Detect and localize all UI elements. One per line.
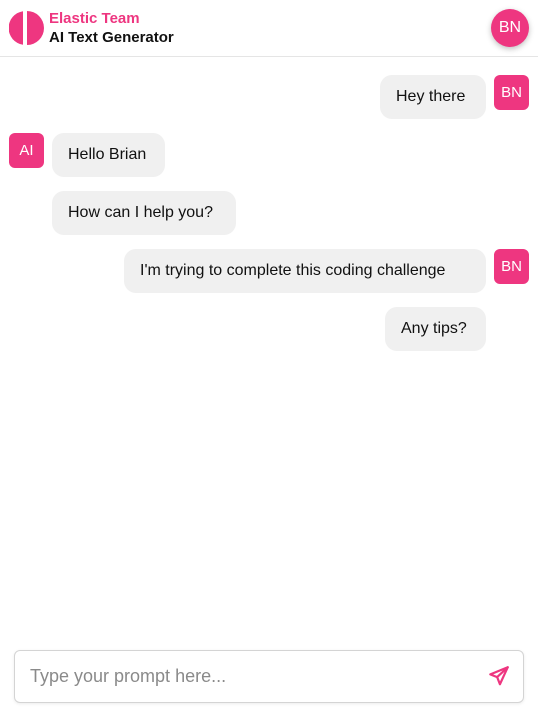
paper-plane-send-icon [489, 666, 509, 686]
ai-avatar: AI [9, 133, 44, 168]
user-avatar: BN [494, 75, 529, 110]
prompt-composer [14, 650, 524, 703]
user-message-bubble: Hey there [380, 75, 486, 119]
chat-app: Elastic Team AI Text Generator BN Hey th… [0, 0, 538, 717]
app-title: AI Text Generator [49, 29, 174, 46]
user-avatar: BN [494, 249, 529, 284]
team-name: Elastic Team [49, 10, 140, 27]
ai-message-bubble: How can I help you? [52, 191, 236, 235]
send-button[interactable] [486, 663, 512, 689]
user-message-bubble: Any tips? [385, 307, 486, 351]
half-circle-logo-icon [9, 11, 44, 45]
prompt-input[interactable] [16, 652, 476, 701]
app-header: Elastic Team AI Text Generator BN [0, 0, 538, 57]
ai-message-bubble: Hello Brian [52, 133, 165, 177]
user-message-bubble: I'm trying to complete this coding chall… [124, 249, 486, 293]
user-avatar-button[interactable]: BN [491, 9, 529, 47]
